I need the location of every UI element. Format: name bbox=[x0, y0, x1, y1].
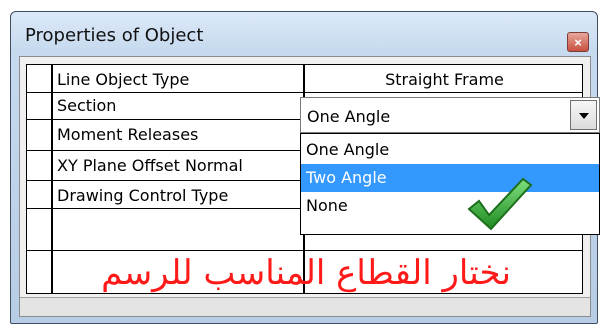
title-bar[interactable]: Properties of Object × bbox=[11, 12, 597, 56]
window-title: Properties of Object bbox=[25, 25, 204, 46]
row-label-xy-plane-offset: XY Plane Offset Normal bbox=[57, 156, 243, 175]
option-none[interactable]: None bbox=[301, 192, 607, 220]
row-label-line-object-type: Line Object Type bbox=[57, 70, 190, 89]
option-one-angle[interactable]: One Angle bbox=[301, 136, 607, 164]
arabic-caption: نختار القطاع المناسب للرسم bbox=[101, 253, 511, 293]
section-combobox-value: One Angle bbox=[307, 107, 391, 126]
dropdown-arrow-button[interactable] bbox=[570, 100, 597, 130]
close-button[interactable]: × bbox=[567, 32, 589, 52]
green-checkmark-icon bbox=[467, 177, 533, 231]
row-label-moment-releases: Moment Releases bbox=[57, 125, 199, 144]
option-two-angle[interactable]: Two Angle bbox=[301, 164, 599, 192]
row-label-drawing-control: Drawing Control Type bbox=[57, 186, 229, 205]
line-object-type-value[interactable]: Straight Frame bbox=[305, 70, 584, 89]
properties-window: Properties of Object × Line Object Type … bbox=[10, 11, 600, 324]
row-label-section: Section bbox=[57, 96, 117, 115]
client-area: Line Object Type Section Moment Releases… bbox=[19, 56, 600, 317]
status-strip bbox=[20, 297, 590, 316]
section-dropdown-list: One Angle Two Angle None bbox=[300, 133, 600, 235]
section-combobox[interactable]: One Angle bbox=[300, 97, 600, 133]
